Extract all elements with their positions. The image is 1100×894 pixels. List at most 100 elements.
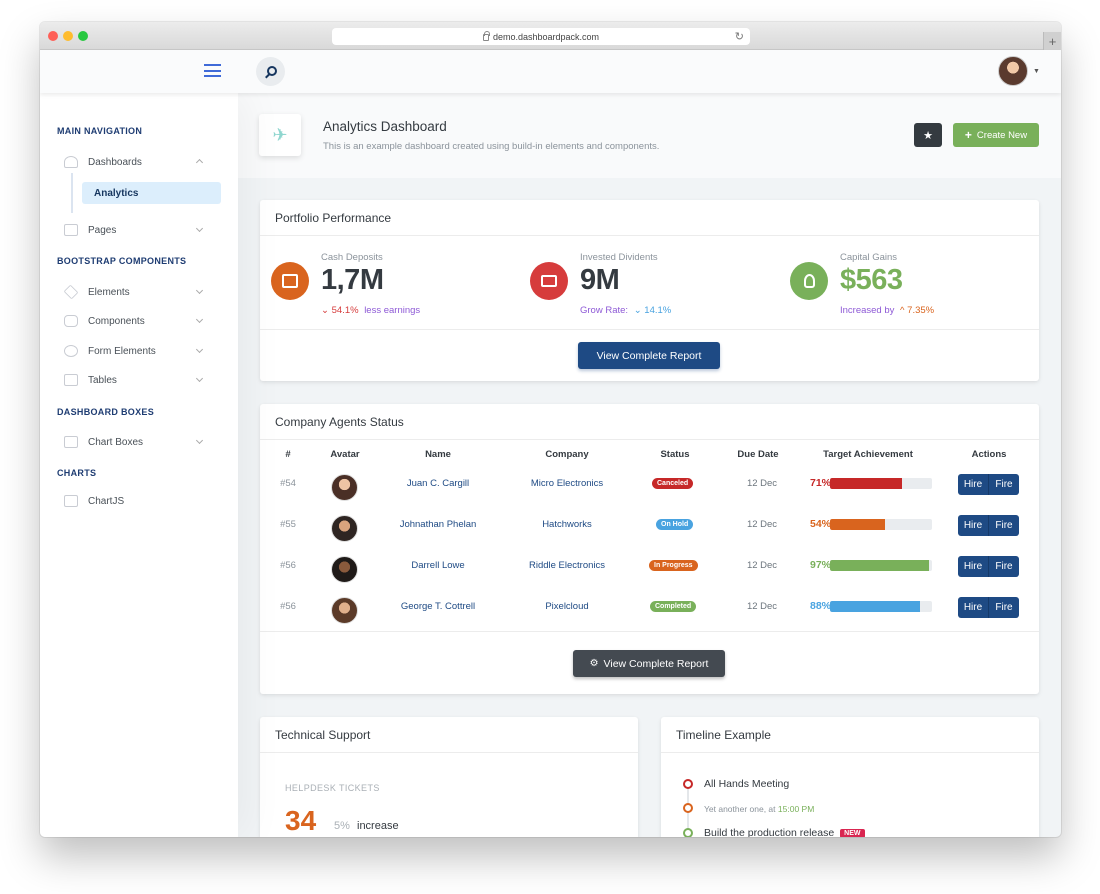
helpdesk-label: HELPDESK TICKETS (285, 783, 380, 793)
view-complete-report-button[interactable]: ⚙ View Complete Report (573, 650, 725, 677)
hire-button[interactable]: Hire (958, 515, 989, 536)
diamond-icon (63, 284, 79, 300)
row-id: #54 (280, 478, 296, 489)
sidebar-item-chart-boxes[interactable]: Chart Boxes (64, 430, 212, 454)
chevron-down-icon (195, 315, 204, 324)
search-icon (266, 65, 277, 76)
sidebar-item-components[interactable]: Components (64, 309, 212, 333)
target-percent: 88% (809, 600, 831, 612)
sidebar-item-elements[interactable]: Elements (63, 280, 212, 304)
plus-icon: + (964, 128, 972, 142)
chevron-down-icon (195, 436, 204, 445)
status-badge: In Progress (649, 560, 698, 571)
nav-heading-charts: Charts (57, 468, 97, 478)
card-title: Technical Support (260, 717, 638, 753)
avatar (331, 474, 358, 501)
sidebar-item-dashboards[interactable]: Dashboards (64, 150, 212, 174)
hire-button[interactable]: Hire (958, 474, 989, 495)
star-icon: ★ (923, 129, 933, 142)
search-button[interactable] (256, 57, 285, 86)
agent-name[interactable]: George T. Cottrell (378, 601, 498, 612)
agent-name[interactable]: Juan C. Cargill (378, 478, 498, 489)
metric-invested-dividents: Invested Dividents 9M Grow Rate: ⌄ 14.1% (530, 252, 780, 322)
chevron-down-icon[interactable]: ▼ (1033, 68, 1040, 75)
submenu-line (71, 173, 73, 213)
table-row: #55 Johnathan Phelan Hatchworks On Hold … (260, 515, 1039, 555)
new-badge: NEW (840, 828, 865, 837)
sidebar-item-pages[interactable]: Pages (64, 218, 212, 242)
sidebar-item-label: Dashboards (88, 156, 142, 168)
create-new-label: Create New (976, 129, 1028, 141)
nav-heading-dashboard-boxes: Dashboard Boxes (57, 407, 155, 417)
hire-button[interactable]: Hire (958, 556, 989, 577)
due-date: 12 Dec (746, 601, 778, 612)
minimize-window-button[interactable] (63, 31, 73, 41)
gear-icon: ⚙ (589, 658, 599, 669)
sidebar-item-label: Chart Boxes (88, 436, 144, 448)
url-text: demo.dashboardpack.com (492, 31, 600, 42)
star-button[interactable]: ★ (914, 123, 942, 147)
hamburger-icon[interactable] (204, 64, 221, 77)
agent-company[interactable]: Micro Electronics (503, 478, 631, 489)
sidebar-item-label: Elements (88, 286, 130, 298)
table-row: #54 Juan C. Cargill Micro Electronics Ca… (260, 474, 1039, 514)
hire-button[interactable]: Hire (958, 597, 989, 618)
due-date: 12 Dec (746, 560, 778, 571)
metric-sub-text: less earnings (364, 305, 421, 316)
agent-name[interactable]: Darrell Lowe (378, 560, 498, 571)
agent-company[interactable]: Hatchworks (503, 519, 631, 530)
new-tab-button[interactable]: + (1043, 32, 1061, 50)
logo-area (40, 50, 238, 93)
page-icon-box: ✈ (259, 114, 301, 156)
sidebar-item-form-elements[interactable]: Form Elements (64, 339, 212, 363)
technical-support-card: Technical Support HELPDESK TICKETS 34 5%… (260, 717, 638, 837)
column-header: Company (545, 449, 589, 460)
metric-sub-value: 54.1% (331, 305, 359, 316)
agent-company[interactable]: Pixelcloud (503, 601, 631, 612)
sidebar-item-chartjs[interactable]: ChartJS (64, 489, 212, 513)
helpdesk-increase: increase (357, 820, 399, 832)
button-label: View Complete Report (603, 657, 709, 670)
card-title: Portfolio Performance (260, 200, 1039, 236)
timeline-dot (683, 779, 693, 789)
progress-fill (830, 601, 920, 612)
address-bar[interactable]: demo.dashboardpack.com ↻ (332, 28, 750, 45)
table-row: #56 Darrell Lowe Riddle Electronics In P… (260, 556, 1039, 596)
column-header: Name (425, 449, 451, 460)
user-avatar[interactable] (998, 56, 1028, 86)
progress-bar (830, 478, 932, 489)
display-icon (64, 374, 78, 386)
view-complete-report-button[interactable]: View Complete Report (578, 342, 720, 369)
card-title: Company Agents Status (260, 404, 1039, 440)
zoom-window-button[interactable] (78, 31, 88, 41)
reload-icon[interactable]: ↻ (735, 30, 744, 43)
agent-name[interactable]: Johnathan Phelan (378, 519, 498, 530)
close-window-button[interactable] (48, 31, 58, 41)
rocket-icon (64, 156, 78, 168)
sidebar: Main Navigation Dashboards Analytics Pag… (40, 93, 238, 837)
browser-window: demo.dashboardpack.com ↻ + ▼ Main Naviga… (40, 22, 1061, 837)
row-id: #56 (280, 560, 296, 571)
timeline-item: All Hands Meeting (704, 778, 790, 790)
card-title: Timeline Example (661, 717, 1039, 753)
helpdesk-percent: 5% (334, 820, 350, 832)
timeline-item: Build the production release NEW (704, 827, 865, 837)
metric-label: Invested Dividents (580, 252, 658, 263)
fire-button[interactable]: Fire (989, 474, 1019, 495)
fire-button[interactable]: Fire (989, 597, 1019, 618)
column-header: Actions (971, 449, 1007, 460)
app-header: ▼ (40, 50, 1061, 93)
sidebar-item-analytics[interactable]: Analytics (82, 182, 221, 204)
progress-bar (830, 519, 932, 530)
nav-heading-main: Main Navigation (57, 126, 143, 136)
arrow-down-icon: ⌄ (321, 305, 329, 316)
metric-sub: Grow Rate: ⌄ 14.1% (580, 305, 671, 316)
fire-button[interactable]: Fire (989, 515, 1019, 536)
create-new-button[interactable]: + Create New (953, 123, 1039, 147)
sidebar-item-tables[interactable]: Tables (64, 368, 212, 392)
row-id: #55 (280, 519, 296, 530)
fire-button[interactable]: Fire (989, 556, 1019, 577)
sidebar-item-label: ChartJS (88, 495, 125, 507)
agent-company[interactable]: Riddle Electronics (503, 560, 631, 571)
metric-value: 1,7M (321, 264, 384, 296)
